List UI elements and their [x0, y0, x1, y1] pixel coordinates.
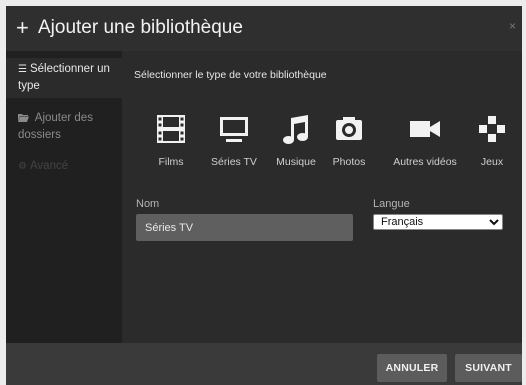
- type-option-music[interactable]: Musique: [268, 111, 324, 168]
- type-option-films[interactable]: Films: [136, 111, 206, 168]
- video-camera-icon: [384, 111, 466, 147]
- language-select[interactable]: Français: [373, 214, 503, 230]
- tv-icon: [204, 111, 264, 147]
- camera-icon: [324, 111, 374, 147]
- library-type-list: Films Séries TV Musique Photos Autres vi…: [122, 111, 522, 181]
- dialog-footer: ANNULER SUIVANT: [6, 343, 522, 385]
- type-option-photos[interactable]: Photos: [324, 111, 374, 168]
- sidebar-item-label: Avancé: [29, 160, 69, 172]
- type-option-games[interactable]: Jeux: [472, 111, 512, 168]
- next-button[interactable]: SUIVANT: [455, 354, 522, 382]
- folder-open-icon: [18, 113, 32, 124]
- gamepad-icon: [472, 111, 512, 147]
- wizard-sidebar: ☰ Sélectionner un type Ajouter des dossie…: [6, 51, 122, 343]
- close-icon[interactable]: ×: [509, 19, 516, 33]
- type-label: Films: [158, 156, 184, 168]
- type-option-tv-series[interactable]: Séries TV: [204, 111, 264, 168]
- main-panel: Sélectionner le type de votre bibliothèq…: [122, 51, 522, 343]
- section-heading: Sélectionner le type de votre bibliothèq…: [134, 69, 327, 81]
- gear-icon: ⚙: [18, 161, 27, 172]
- sidebar-item-select-type[interactable]: ☰ Sélectionner un type: [6, 58, 122, 98]
- sidebar-item-label: Sélectionner un type: [18, 63, 110, 92]
- type-label: Séries TV: [211, 156, 257, 168]
- type-label: Autres vidéos: [393, 156, 457, 168]
- music-note-icon: [268, 111, 324, 147]
- cancel-button[interactable]: ANNULER: [377, 354, 447, 382]
- plus-icon: +: [16, 15, 29, 40]
- sidebar-item-advanced: ⚙ Avancé: [6, 158, 122, 178]
- dialog-titlebar: + Ajouter une bibliothèque ×: [6, 6, 522, 51]
- list-icon: ☰: [18, 64, 27, 75]
- type-label: Musique: [276, 156, 316, 168]
- type-option-other-videos[interactable]: Autres vidéos: [384, 111, 466, 168]
- film-icon: [136, 111, 206, 147]
- add-library-dialog: + Ajouter une bibliothèque × ☰ Sélectionn…: [6, 6, 522, 385]
- language-field-label: Langue: [373, 198, 410, 210]
- dialog-title: Ajouter une bibliothèque: [38, 17, 243, 38]
- name-field-label: Nom: [136, 198, 160, 210]
- sidebar-item-add-folders[interactable]: Ajouter des dossiers: [6, 107, 122, 147]
- library-name-input[interactable]: [136, 214, 353, 241]
- type-label: Photos: [332, 156, 366, 168]
- type-label: Jeux: [480, 156, 504, 168]
